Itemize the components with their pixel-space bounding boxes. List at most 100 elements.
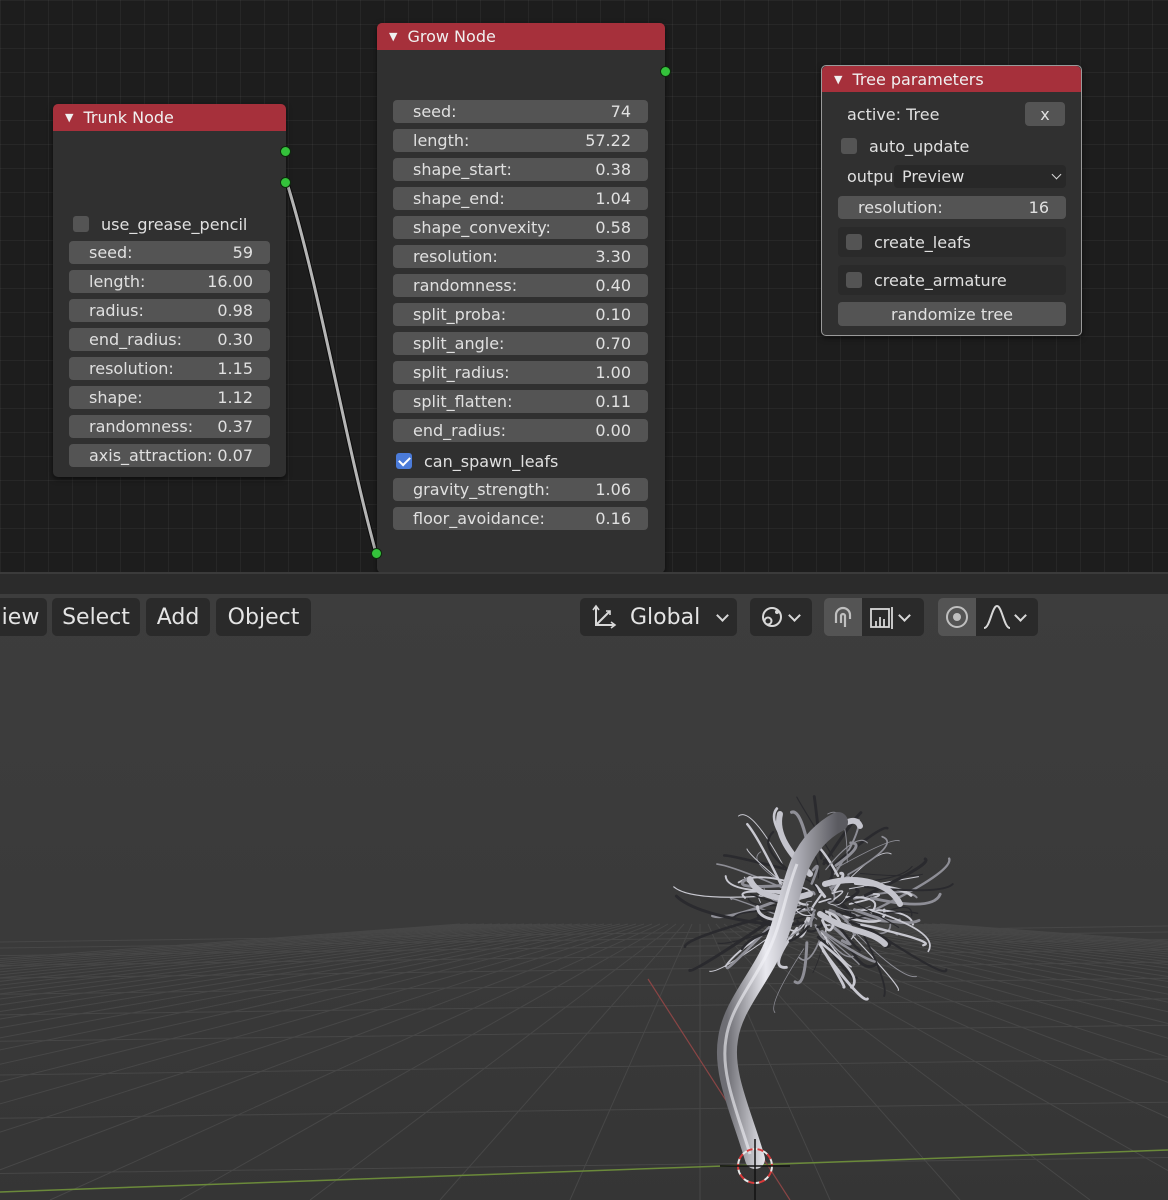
clear-active-button[interactable]: x <box>1025 102 1065 126</box>
field-label: shape_start: <box>413 160 512 179</box>
proportional-falloff-dropdown[interactable] <box>976 598 1038 636</box>
grow-field-split-flatten[interactable]: split_flatten: 0.11 <box>393 390 648 413</box>
field-label: length: <box>413 131 470 150</box>
field-value: 0.10 <box>595 305 631 324</box>
grow-field-gravity-strength[interactable]: gravity_strength: 1.06 <box>393 478 648 501</box>
resolution-field[interactable]: resolution: 16 <box>838 196 1066 219</box>
chevron-down-icon <box>1051 169 1062 180</box>
field-value: 0.16 <box>595 509 631 528</box>
field-value: 0.00 <box>595 421 631 440</box>
menu-label: iew <box>1 604 40 630</box>
field-label: floor_avoidance: <box>413 509 545 528</box>
grow-field-floor-avoidance[interactable]: floor_avoidance: 0.16 <box>393 507 648 530</box>
snap-toggle[interactable] <box>824 598 862 636</box>
checkbox-icon[interactable] <box>73 216 89 232</box>
field-value: 1.12 <box>217 388 253 407</box>
trunk-field-resolution[interactable]: resolution: 1.15 <box>69 357 270 380</box>
create-leafs-label: create_leafs <box>874 232 971 252</box>
field-label: resolution: <box>858 198 943 217</box>
grow-field-shape-convexity[interactable]: shape_convexity: 0.58 <box>393 216 648 239</box>
trunk-output-socket-2[interactable] <box>280 177 291 188</box>
field-label: end_radius: <box>413 421 506 440</box>
trunk-output-socket-1[interactable] <box>280 146 291 157</box>
grow-input-socket[interactable] <box>371 548 382 559</box>
field-label: split_radius: <box>413 363 510 382</box>
grow-output-socket[interactable] <box>660 66 671 77</box>
pivot-point-icon <box>762 607 782 627</box>
create-armature-checkbox[interactable]: create_armature <box>838 265 1066 295</box>
grow-node-header[interactable]: ▼ Grow Node <box>377 23 665 50</box>
3d-viewport[interactable]: iew Select Add Object Global <box>0 594 1168 1200</box>
trunk-node[interactable]: ▼ Trunk Node use_grease_pencil seed: 59 le… <box>53 104 291 477</box>
field-label: resolution: <box>413 247 498 266</box>
auto-update-checkbox[interactable]: auto_update <box>841 134 969 158</box>
output-select[interactable]: Preview <box>894 165 1066 188</box>
select-menu[interactable]: Select <box>52 598 140 636</box>
field-label: seed: <box>413 102 457 121</box>
view-menu[interactable]: iew <box>0 598 47 636</box>
trunk-field-shape[interactable]: shape: 1.12 <box>69 386 270 409</box>
field-value: 0.37 <box>217 417 253 436</box>
create-leafs-checkbox[interactable]: create_leafs <box>838 227 1066 257</box>
grow-field-length[interactable]: length: 57.22 <box>393 129 648 152</box>
trunk-field-radius[interactable]: radius: 0.98 <box>69 299 270 322</box>
trunk-field-length[interactable]: length: 16.00 <box>69 270 270 293</box>
grow-field-split-angle[interactable]: split_angle: 0.70 <box>393 332 648 355</box>
randomize-tree-button[interactable]: randomize tree <box>838 302 1066 326</box>
tree-parameters-header[interactable]: ▼ Tree parameters <box>822 66 1081 92</box>
snap-target-dropdown[interactable] <box>862 598 924 636</box>
collapse-triangle-icon[interactable]: ▼ <box>65 111 73 124</box>
active-tree-label: active: Tree <box>847 105 940 124</box>
checkbox-checked-icon[interactable] <box>396 453 412 469</box>
grow-node-title: Grow Node <box>407 27 496 46</box>
can-spawn-leafs-checkbox[interactable]: can_spawn_leafs <box>396 449 558 473</box>
orientation-axes-icon <box>592 604 617 629</box>
checkbox-icon[interactable] <box>846 234 862 250</box>
proportional-edit-toggle[interactable] <box>938 598 976 636</box>
snap-magnet-icon <box>834 606 852 627</box>
trunk-field-axis-attraction[interactable]: axis_attraction: 0.07 <box>69 444 270 467</box>
menu-label: Select <box>62 604 130 630</box>
pivot-point-dropdown[interactable] <box>750 598 812 636</box>
grow-field-shape-end[interactable]: shape_end: 1.04 <box>393 187 648 210</box>
use-grease-pencil-label: use_grease_pencil <box>101 214 248 234</box>
grow-field-resolution[interactable]: resolution: 3.30 <box>393 245 648 268</box>
field-value: 0.40 <box>595 276 631 295</box>
3d-cursor[interactable] <box>720 1139 790 1200</box>
tree-parameters-panel[interactable]: ▼ Tree parameters active: Tree x auto_up… <box>821 65 1082 336</box>
tree-branch <box>860 872 924 877</box>
grow-field-split-radius[interactable]: split_radius: 1.00 <box>393 361 648 384</box>
tree-mesh[interactable] <box>660 754 980 1200</box>
area-separator[interactable] <box>0 572 1168 594</box>
grow-field-randomness[interactable]: randomness: 0.40 <box>393 274 648 297</box>
field-value: 16.00 <box>207 272 253 291</box>
add-menu[interactable]: Add <box>146 598 210 636</box>
grow-node[interactable]: ▼ Grow Node seed: 74 length: 57.22 shape_sta… <box>371 23 671 572</box>
collapse-triangle-icon[interactable]: ▼ <box>389 30 397 43</box>
trunk-field-end-radius[interactable]: end_radius: 0.30 <box>69 328 270 351</box>
trunk-field-randomness[interactable]: randomness: 0.37 <box>69 415 270 438</box>
node-editor[interactable]: ▼ Trunk Node use_grease_pencil seed: 59 le… <box>0 0 1168 572</box>
field-label: gravity_strength: <box>413 480 550 499</box>
trunk-node-header[interactable]: ▼ Trunk Node <box>53 104 286 131</box>
field-label: randomness: <box>413 276 518 295</box>
field-label: shape: <box>89 388 143 407</box>
field-value: 59 <box>232 243 253 262</box>
auto-update-label: auto_update <box>869 136 970 156</box>
grow-field-end-radius[interactable]: end_radius: 0.00 <box>393 419 648 442</box>
checkbox-icon[interactable] <box>846 272 862 288</box>
object-menu[interactable]: Object <box>216 598 311 636</box>
grow-field-split-proba[interactable]: split_proba: 0.10 <box>393 303 648 326</box>
field-label: seed: <box>89 243 133 262</box>
collapse-triangle-icon[interactable]: ▼ <box>834 73 842 86</box>
use-grease-pencil-checkbox[interactable]: use_grease_pencil <box>73 212 247 236</box>
grow-field-seed[interactable]: seed: 74 <box>393 100 648 123</box>
field-value: 0.30 <box>217 330 253 349</box>
proportional-edit-icon <box>946 606 968 628</box>
checkbox-icon[interactable] <box>841 138 857 154</box>
field-value: 1.00 <box>595 363 631 382</box>
transform-orientation-dropdown[interactable]: Global <box>580 598 737 636</box>
trunk-field-seed[interactable]: seed: 59 <box>69 241 270 264</box>
grow-field-shape-start[interactable]: shape_start: 0.38 <box>393 158 648 181</box>
create-armature-label: create_armature <box>874 270 1007 290</box>
